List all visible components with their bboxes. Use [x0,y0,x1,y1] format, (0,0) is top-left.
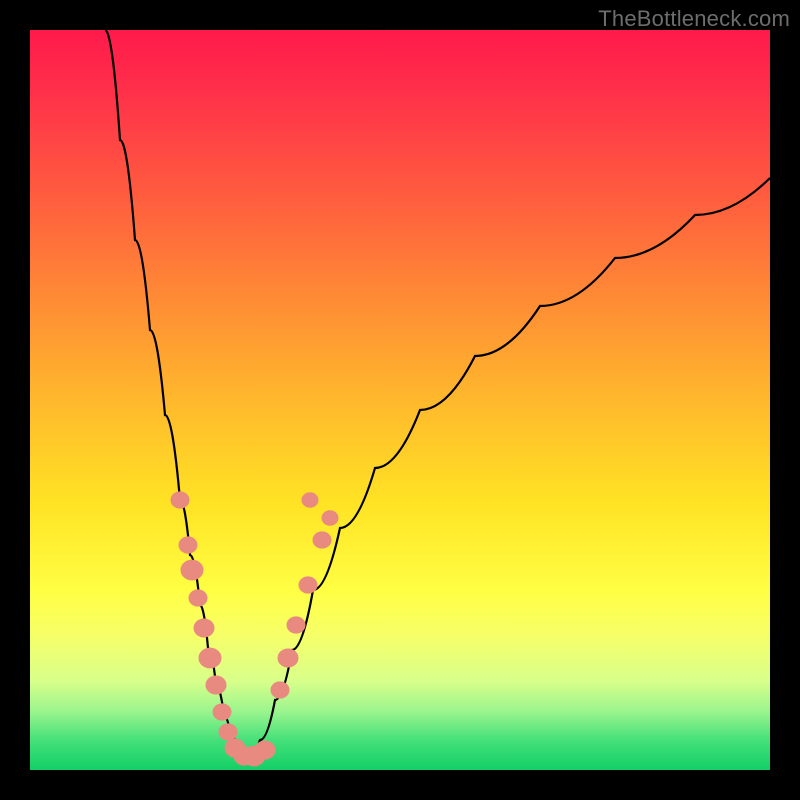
data-dot [179,537,197,553]
data-dot [271,682,289,698]
data-dot [287,617,305,633]
data-dot [199,648,221,668]
dots-group [171,492,338,766]
plot-svg [30,30,770,770]
data-dot [302,493,318,507]
data-dot [255,741,275,759]
data-dot [322,511,338,525]
plot-frame [30,30,770,770]
data-dot [171,492,189,508]
data-dot [313,532,331,548]
data-dot [194,619,214,637]
data-dot [219,724,237,740]
data-dot [299,577,317,593]
data-dot [181,560,203,580]
data-dot [206,676,226,694]
data-dot [278,649,298,667]
watermark-text: TheBottleneck.com [598,6,790,32]
left-curve [105,30,248,758]
data-dot [213,704,231,720]
right-curve [248,178,770,758]
data-dot [189,590,207,606]
